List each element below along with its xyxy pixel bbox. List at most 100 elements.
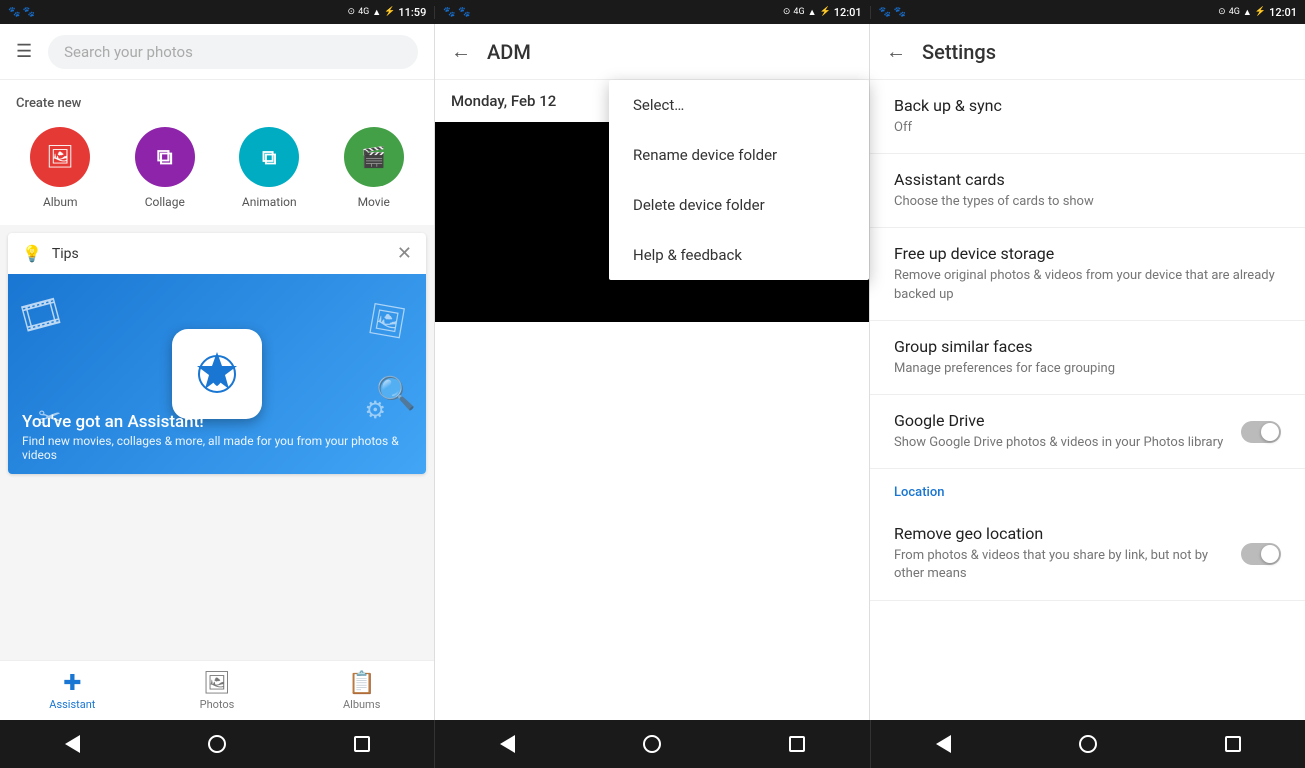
signal-bars-3: ▲	[1243, 7, 1252, 18]
settings-item-cards-subtitle: Choose the types of cards to show	[894, 193, 1281, 211]
back-button-settings[interactable]: ←	[886, 39, 906, 64]
settings-item-cards-title: Assistant cards	[894, 170, 1281, 189]
recents-nav-btn-3[interactable]	[1218, 729, 1248, 759]
create-new-title: Create new	[16, 96, 418, 111]
home-nav-btn-1[interactable]	[202, 729, 232, 759]
nav-photos[interactable]: 🖼 Photos	[145, 671, 290, 711]
settings-item-backup[interactable]: Back up & sync Off	[870, 80, 1305, 154]
collage-label: Collage	[145, 195, 185, 209]
signal-4g-3: 4G	[1229, 7, 1240, 17]
time-3: 12:01	[1269, 6, 1297, 19]
signal-bars-2: ▲	[808, 7, 817, 18]
tips-image: 🎞 ✂ 🖼 ⚙ 🔍 You've got an Assistan	[8, 274, 426, 474]
context-menu: Select… Rename device folder Delete devi…	[609, 80, 869, 280]
home-nav-btn-2[interactable]	[637, 729, 667, 759]
back-nav-btn-1[interactable]	[57, 729, 87, 759]
home-circle-icon-2	[643, 735, 661, 753]
collage-circle-icon: ⧉	[135, 127, 195, 187]
notification-icons-1: 🐾 🐾	[8, 7, 35, 18]
bottom-nav: ✚ Assistant 🖼 Photos 📋 Albums	[0, 660, 434, 720]
album-label: Album	[43, 195, 78, 209]
settings-section-location: Location	[870, 469, 1305, 508]
sys-nav-panel2	[435, 720, 870, 768]
photos-deco-icon: 🖼	[365, 301, 409, 342]
nav-albums[interactable]: 📋 Albums	[289, 671, 434, 711]
sys-nav-panel1	[0, 720, 435, 768]
create-buttons: 🖼 Album ⧉ Collage ⧉ Animat	[16, 127, 418, 209]
settings-item-drive-title: Google Drive	[894, 411, 1223, 430]
tips-label: Tips	[52, 246, 79, 262]
settings-item-group-faces[interactable]: Group similar faces Manage preferences f…	[870, 321, 1305, 395]
settings-item-free-storage[interactable]: Free up device storage Remove original p…	[870, 228, 1305, 320]
search-input[interactable]: Search your photos	[48, 35, 418, 69]
menu-item-select[interactable]: Select…	[609, 80, 869, 130]
assistant-badge	[172, 329, 262, 419]
back-nav-btn-3[interactable]	[928, 729, 958, 759]
albums-nav-icon: 📋	[348, 671, 375, 696]
create-animation-button[interactable]: ⧉ Animation	[239, 127, 299, 209]
settings-item-storage-subtitle: Remove original photos & videos from you…	[894, 267, 1281, 303]
assistant-star-icon	[187, 344, 247, 404]
geo-location-toggle[interactable]	[1241, 543, 1281, 565]
nav-assistant[interactable]: ✚ Assistant	[0, 671, 145, 711]
signal-bars-1: ▲	[372, 7, 381, 18]
animation-label: Animation	[242, 195, 297, 209]
battery-2: ⚡	[820, 7, 831, 17]
albums-nav-label: Albums	[343, 698, 380, 711]
search-placeholder: Search your photos	[64, 43, 193, 61]
album-circle-icon: 🖼	[30, 127, 90, 187]
signal-4g-1: 4G	[358, 7, 369, 17]
settings-title: Settings	[922, 40, 996, 64]
tips-card-header: 💡 Tips ✕	[8, 233, 426, 274]
panel-assistant: ☰ Search your photos Create new 🖼 Album	[0, 24, 435, 720]
settings-item-storage-title: Free up device storage	[894, 244, 1281, 263]
photos-nav-label: Photos	[200, 698, 235, 711]
wifi-icon-2: ⊙	[783, 7, 791, 17]
close-tips-button[interactable]: ✕	[397, 243, 412, 264]
menu-item-rename[interactable]: Rename device folder	[609, 130, 869, 180]
assistant-title: You've got an Assistant!	[22, 412, 412, 432]
recents-nav-btn-2[interactable]	[782, 729, 812, 759]
panel2-header: ← ADM	[435, 24, 869, 80]
tips-card: 💡 Tips ✕ 🎞 ✂ 🖼 ⚙ 🔍	[8, 233, 426, 474]
back-triangle-icon-3	[936, 735, 951, 753]
wifi-icon-3: ⊙	[1218, 7, 1226, 17]
menu-item-help[interactable]: Help & feedback	[609, 230, 869, 280]
back-triangle-icon-1	[65, 735, 80, 753]
panel3-header: ← Settings	[870, 24, 1305, 80]
settings-item-geo-location[interactable]: Remove geo location From photos & videos…	[870, 508, 1305, 600]
settings-item-geo-subtitle: From photos & videos that you share by l…	[894, 547, 1225, 583]
status-bar-panel3: 🐾 🐾 ⊙ 4G ▲ ⚡ 12:01	[871, 6, 1305, 19]
settings-item-google-drive[interactable]: Google Drive Show Google Drive photos & …	[870, 395, 1305, 469]
google-drive-toggle[interactable]	[1241, 421, 1281, 443]
settings-item-assistant-cards[interactable]: Assistant cards Choose the types of card…	[870, 154, 1305, 228]
recents-nav-btn-1[interactable]	[347, 729, 377, 759]
settings-item-geo-title: Remove geo location	[894, 524, 1225, 543]
menu-item-delete[interactable]: Delete device folder	[609, 180, 869, 230]
film-deco-icon: 🎞	[13, 289, 68, 341]
system-nav-bar	[0, 720, 1305, 768]
home-circle-icon-3	[1079, 735, 1097, 753]
sys-nav-panel3	[871, 720, 1305, 768]
assistant-nav-label: Assistant	[49, 698, 95, 711]
panel1-header: ☰ Search your photos	[0, 24, 434, 80]
wifi-icon-1: ⊙	[348, 7, 356, 17]
back-nav-btn-2[interactable]	[493, 729, 523, 759]
back-triangle-icon-2	[500, 735, 515, 753]
movie-label: Movie	[358, 195, 390, 209]
assistant-nav-icon: ✚	[63, 671, 81, 696]
panel2-title: ADM	[487, 40, 531, 64]
bulb-icon: 💡	[22, 244, 42, 263]
create-movie-button[interactable]: 🎬 Movie	[344, 127, 404, 209]
magnify-deco-icon: 🔍	[376, 374, 416, 412]
back-button-adm[interactable]: ←	[451, 39, 471, 64]
hamburger-menu-icon[interactable]: ☰	[16, 41, 32, 62]
status-bar-panel1: 🐾 🐾 ⊙ 4G ▲ ⚡ 11:59	[0, 6, 435, 19]
settings-list: Back up & sync Off Assistant cards Choos…	[870, 80, 1305, 720]
create-new-section: Create new 🖼 Album ⧉ Collage	[0, 80, 434, 225]
create-collage-button[interactable]: ⧉ Collage	[135, 127, 195, 209]
create-album-button[interactable]: 🖼 Album	[30, 127, 90, 209]
home-nav-btn-3[interactable]	[1073, 729, 1103, 759]
assistant-subtitle: Find new movies, collages & more, all ma…	[22, 434, 412, 462]
recents-square-icon-1	[354, 736, 370, 752]
